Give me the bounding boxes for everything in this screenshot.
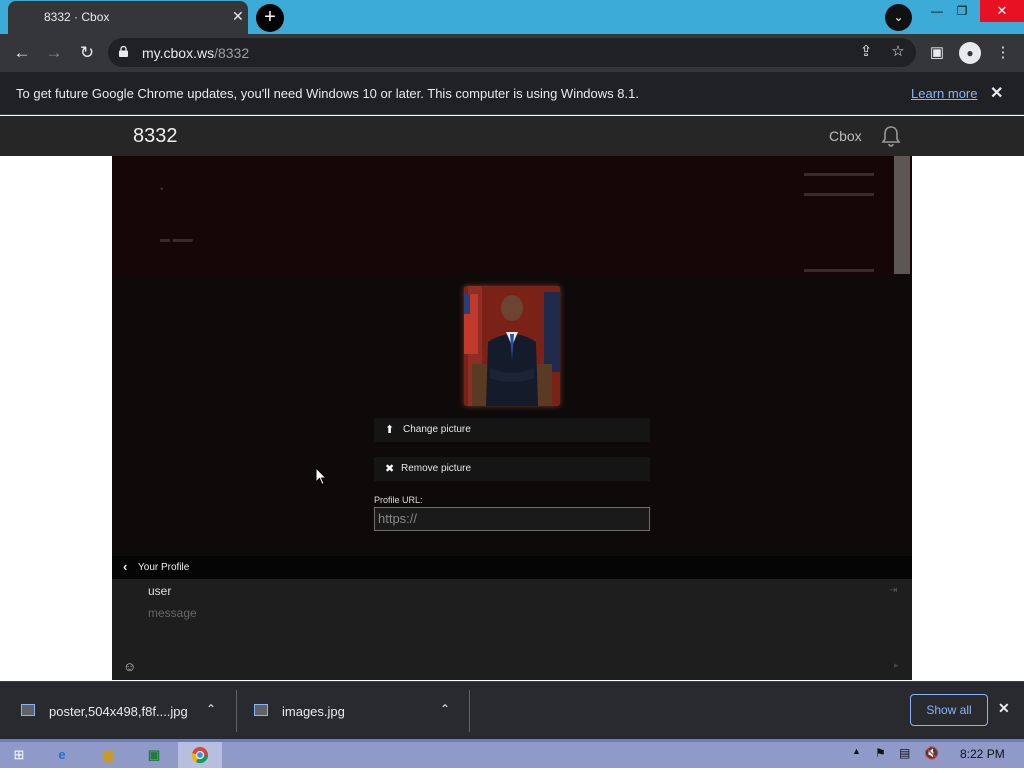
star-icon[interactable]: ☆ (888, 42, 908, 62)
image-file-icon (254, 704, 268, 716)
browser-tab[interactable]: 8332 · Cbox ✕ (8, 1, 248, 34)
chrome-icon[interactable] (178, 742, 222, 768)
infobar-close-icon[interactable]: ✕ (990, 83, 1003, 103)
remove-picture-button[interactable]: ✖ Remove picture (374, 457, 650, 481)
blurred-text: ▬▬▬▬▬▬▬ (804, 168, 874, 179)
kebab-menu-icon[interactable]: ⋮ (993, 43, 1013, 63)
page-header: 8332 Cbox (0, 116, 1024, 156)
reload-icon[interactable]: ↻ (76, 42, 98, 64)
new-tab-button[interactable]: + (256, 4, 284, 32)
blurred-text: ▬▬▬▬▬▬▬ (804, 188, 874, 199)
show-all-button[interactable]: Show all (910, 694, 988, 726)
page-title: 8332 (133, 125, 178, 147)
download-item[interactable]: images.jpg ⌃ (237, 682, 469, 740)
profile-url-input[interactable]: https:// (374, 507, 650, 531)
windows-taskbar: ⊞ e ▆ ▣ ▲ ⚑ ▤ 🔇 8:22 PM (0, 739, 1024, 768)
side-panel-icon[interactable]: ▣ (927, 43, 947, 63)
download-filename: poster,504x498,f8f....jpg (49, 704, 188, 719)
brand-label[interactable]: Cbox (829, 128, 862, 144)
action-center-flag-icon[interactable]: ⚑ (875, 746, 886, 760)
mouse-cursor-icon (315, 467, 327, 486)
image-file-icon (21, 704, 35, 716)
infobar-message: To get future Google Chrome updates, you… (16, 86, 639, 101)
internet-explorer-icon[interactable]: e (40, 742, 84, 768)
change-picture-label: Change picture (403, 424, 471, 435)
volume-muted-icon[interactable]: 🔇 (924, 746, 939, 760)
window-close-button[interactable]: ✕ (980, 0, 1024, 22)
download-filename: images.jpg (282, 704, 345, 719)
download-item[interactable]: poster,504x498,f8f....jpg ⌃ (0, 682, 236, 740)
smiley-icon[interactable]: ☺ (123, 659, 136, 674)
cbox-panel: ▪ ▬ ▬▬ ▬▬▬▬▬▬▬ ▬▬▬▬▬▬▬ ▬▬▬▬▬▬▬ ⬆ Change … (112, 156, 912, 680)
file-explorer-icon[interactable]: ▆ (86, 742, 130, 768)
lock-icon (119, 46, 128, 57)
tab-title: 8332 · Cbox (44, 10, 110, 24)
forward-arrow-icon[interactable]: → (43, 42, 65, 64)
tray-chevron-up-icon[interactable]: ▲ (852, 746, 861, 756)
user-name-field[interactable]: user (148, 584, 171, 598)
address-bar[interactable]: my.cbox.ws/8332 ⇪ ☆ (108, 38, 916, 67)
change-picture-button[interactable]: ⬆ Change picture (374, 418, 650, 442)
bell-icon[interactable] (879, 124, 903, 148)
update-infobar: To get future Google Chrome updates, you… (0, 72, 1024, 115)
learn-more-link[interactable]: Learn more (911, 86, 977, 101)
tab-search-chevron-icon[interactable]: ⌄ (885, 4, 912, 31)
message-composer: user ⇥ message ☺ ▸ (112, 579, 912, 680)
blurred-text: ▬▬▬▬▬▬▬ (804, 264, 874, 275)
chevron-up-icon[interactable]: ⌃ (206, 702, 216, 716)
blurred-text: ▬ ▬▬ (160, 234, 193, 245)
blurred-text: ▪ (160, 184, 164, 195)
browser-toolbar: ← → ↻ my.cbox.ws/8332 ⇪ ☆ ▣ ● ⋮ (0, 34, 1024, 72)
profile-url-label: Profile URL: (374, 495, 423, 505)
downloads-shelf: poster,504x498,f8f....jpg ⌃ images.jpg ⌃… (0, 681, 1024, 739)
chevron-left-icon: ‹ (123, 559, 128, 574)
upload-icon: ⬆ (385, 424, 395, 436)
tab-close-icon[interactable]: ✕ (232, 8, 244, 25)
shelf-close-icon[interactable]: ✕ (998, 700, 1010, 717)
chat-history-area: ▪ ▬ ▬▬ ▬▬▬▬▬▬▬ ▬▬▬▬▬▬▬ ▬▬▬▬▬▬▬ (112, 156, 912, 275)
tab-strip: 8332 · Cbox ✕ + ⌄ — ❐ ✕ (0, 0, 1024, 34)
profile-picture (464, 286, 560, 406)
send-icon[interactable]: ▸ (894, 660, 899, 671)
message-input[interactable]: message (148, 606, 197, 620)
chevron-up-icon[interactable]: ⌃ (440, 702, 450, 716)
spreadsheet-app-icon[interactable]: ▣ (132, 742, 176, 768)
share-icon[interactable]: ⇪ (856, 42, 876, 62)
divider (469, 690, 470, 732)
restore-icon[interactable]: ❐ (947, 0, 977, 24)
taskbar-clock[interactable]: 8:22 PM (960, 747, 1005, 761)
start-windows-icon[interactable]: ⊞ (0, 742, 38, 768)
login-icon[interactable]: ⇥ (889, 585, 897, 596)
back-arrow-icon[interactable]: ← (11, 42, 33, 64)
profile-icon[interactable]: ● (959, 42, 981, 64)
remove-picture-label: Remove picture (401, 463, 472, 474)
your-profile-back-bar[interactable]: ‹ Your Profile (112, 556, 912, 579)
network-icon[interactable]: ▤ (899, 746, 910, 760)
url-text: my.cbox.ws/8332 (142, 45, 250, 61)
x-icon: ✖ (385, 463, 395, 475)
your-profile-label: Your Profile (138, 562, 190, 573)
scrollbar[interactable] (894, 156, 910, 274)
